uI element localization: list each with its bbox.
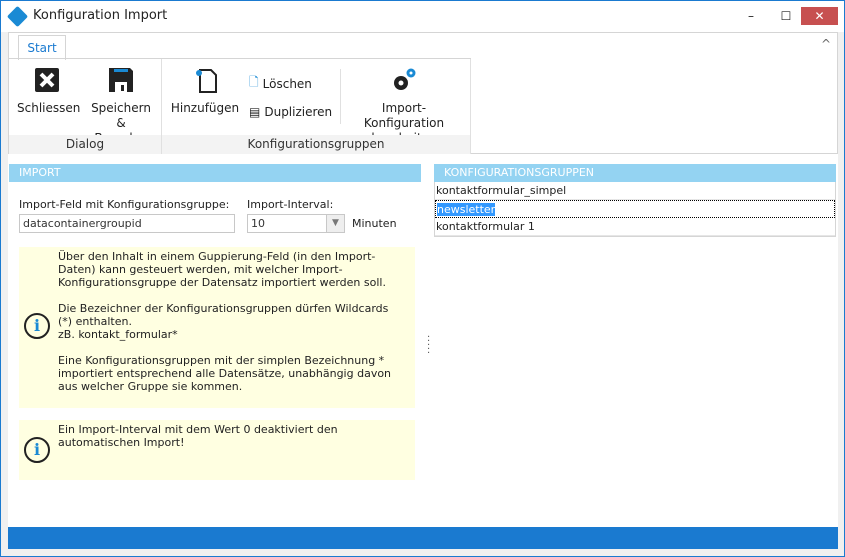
duplicate-label: Duplizieren <box>264 105 332 119</box>
content-area: IMPORT Import-Feld mit Konfigurationsgru… <box>8 154 838 527</box>
splitter-handle[interactable]: ····· <box>427 336 431 356</box>
group-konfigurationsgruppen: Hinzufügen 🗋 Löschen ▤ Duplizieren Import-… <box>162 59 471 154</box>
interval-value: 10 <box>251 217 265 230</box>
note-text: Über den Inhalt in einem Guppierung-Feld… <box>58 250 398 289</box>
add-button[interactable]: Hinzufügen <box>170 67 240 116</box>
duplicate-button[interactable]: ▤ Duplizieren <box>249 105 332 119</box>
import-field-input[interactable]: datacontainergroupid <box>19 214 235 233</box>
collapse-ribbon-button[interactable]: ^ <box>821 37 831 51</box>
interval-unit: Minuten <box>352 217 397 230</box>
info-note-interval: i Ein Import-Interval mit dem Wert 0 dea… <box>19 420 415 480</box>
window-title: Konfiguration Import <box>33 8 167 23</box>
close-button[interactable]: Schliessen <box>17 67 77 116</box>
item-label: kontaktformular_simpel <box>436 184 566 197</box>
note-text: Die Bezeichner der Konfigurationsgruppen… <box>58 302 398 328</box>
minimize-button[interactable]: – <box>736 7 766 25</box>
close-x-icon <box>34 67 60 93</box>
note-text: zB. kontakt_formular* <box>58 328 398 341</box>
group-label-dialog: Dialog <box>9 135 161 154</box>
import-interval-label: Import-Interval: <box>247 198 333 211</box>
new-document-icon <box>192 67 218 93</box>
delete-button[interactable]: 🗋 Löschen <box>249 73 312 94</box>
close-label: Schliessen <box>17 101 80 115</box>
item-label: kontaktformular 1 <box>436 220 535 233</box>
import-field-label: Import-Feld mit Konfigurationsgruppe: <box>19 198 229 211</box>
groups-header: KONFIGURATIONSGRUPPEN <box>434 164 836 182</box>
close-window-button[interactable]: ✕ <box>801 7 838 25</box>
import-interval-select[interactable]: 10 ▼ <box>247 214 345 233</box>
list-item[interactable]: kontaktformular 1 <box>435 218 835 236</box>
tab-start[interactable]: Start <box>18 35 66 60</box>
edit-label-1: Import-Konfiguration <box>364 101 444 130</box>
list-item[interactable]: kontaktformular_simpel <box>435 182 835 200</box>
item-label: newsletter <box>437 203 495 216</box>
groups-list: kontaktformular_simpel newsletter kontak… <box>434 182 836 237</box>
info-icon: i <box>24 437 50 463</box>
app-icon <box>7 6 28 27</box>
group-dialog: Schliessen Speichern& Beenden Dialog <box>9 59 162 154</box>
import-header: IMPORT <box>9 164 421 182</box>
group-label-konfigurationsgruppen: Konfigurationsgruppen <box>162 135 470 154</box>
title-bar: Konfiguration Import – ☐ ✕ <box>1 1 844 32</box>
status-bar <box>8 527 838 549</box>
info-note-grouping: i Über den Inhalt in einem Guppierung-Fe… <box>19 247 415 408</box>
note-text: Eine Konfigurationsgruppen mit der simpl… <box>58 354 398 393</box>
list-item-selected[interactable]: newsletter <box>435 200 835 218</box>
maximize-button[interactable]: ☐ <box>771 7 801 25</box>
chevron-down-icon[interactable]: ▼ <box>326 215 344 232</box>
delete-document-icon: 🗋 <box>249 73 259 94</box>
note-text: Ein Import-Interval mit dem Wert 0 deakt… <box>58 423 398 449</box>
window: Konfiguration Import – ☐ ✕ Start ^ Schli… <box>0 0 845 557</box>
save-icon <box>108 67 134 93</box>
ribbon: Start ^ Schliessen Speichern& Beenden Di… <box>8 32 838 154</box>
duplicate-icon: ▤ <box>249 105 260 119</box>
gears-icon <box>391 67 417 93</box>
delete-label: Löschen <box>263 77 312 91</box>
add-label: Hinzufügen <box>171 101 239 115</box>
save-label-1: Speichern <box>91 101 151 115</box>
info-icon: i <box>24 313 50 339</box>
